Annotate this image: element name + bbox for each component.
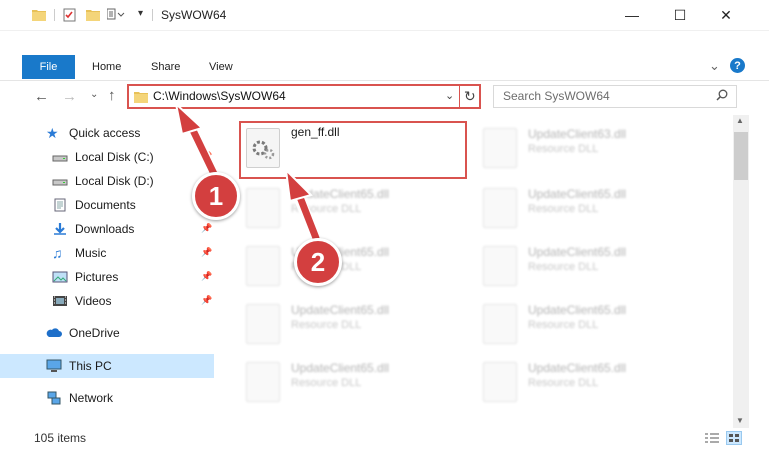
callout-arrow-2: [284, 167, 322, 244]
callout-badge-2: 2: [294, 238, 342, 286]
callout-arrow-1: [174, 101, 222, 184]
callout-arrows: [174, 101, 322, 244]
callout-badge-1: 1: [192, 172, 240, 220]
